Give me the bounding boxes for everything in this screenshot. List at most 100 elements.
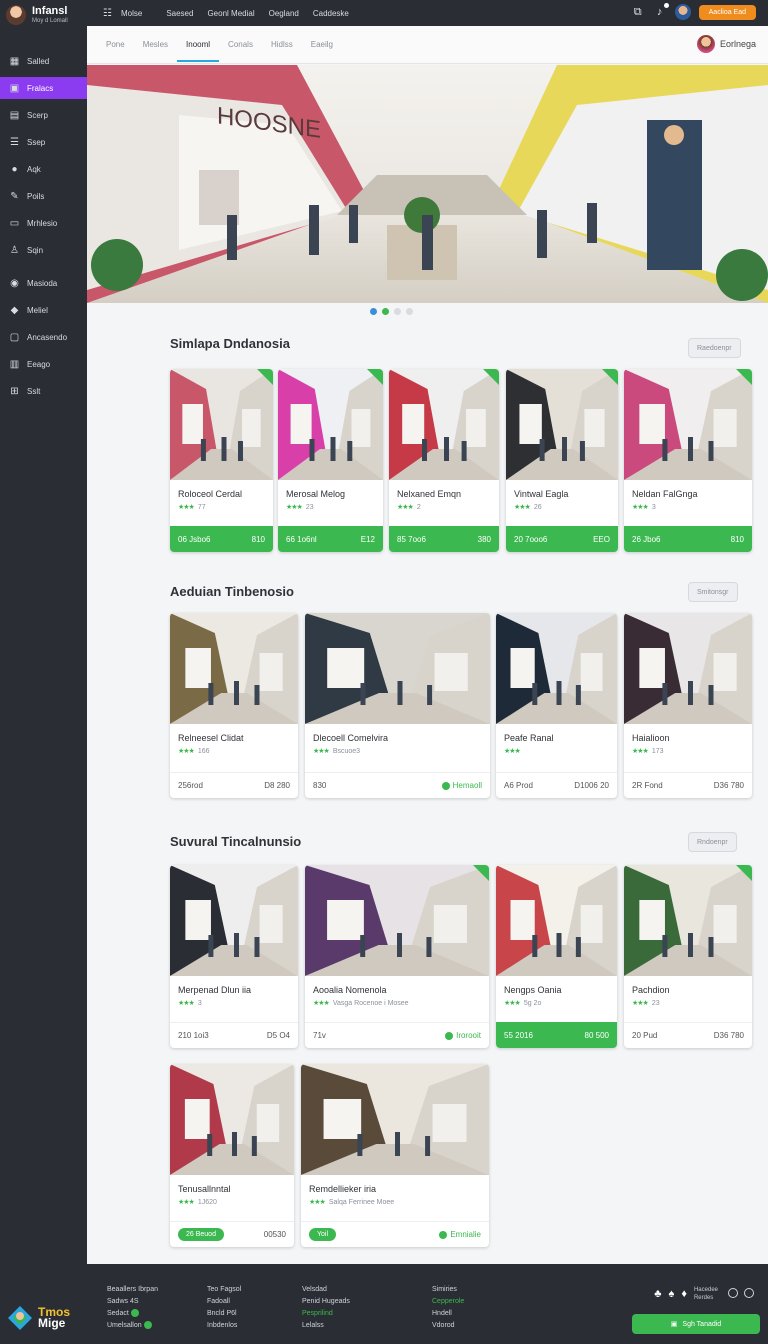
star-rating-icon: ★★★: [632, 748, 649, 755]
product-card[interactable]: Merpenad Dlun iia ★★★ 3 210 1oi3 D5 O4: [170, 865, 298, 1048]
product-card[interactable]: Tenusallnntal ★★★ 1J620 26 Beuod 00530: [170, 1064, 294, 1247]
sidebar-item-fralacs[interactable]: ▣ Fralacs: [0, 77, 87, 99]
sidebar-item-scerp[interactable]: ▤ Scerp: [0, 104, 87, 126]
card-title: Remdellieker iria: [309, 1184, 377, 1194]
sidebar-item-aqk[interactable]: ● Aqk: [0, 158, 87, 180]
user-avatar[interactable]: [674, 4, 691, 20]
card-status[interactable]: Emnialie: [439, 1230, 481, 1239]
sidebar-item-salled[interactable]: ▦ Salled: [0, 50, 87, 72]
brand[interactable]: Infansl Moy d Lomall: [0, 0, 87, 30]
menu-icon[interactable]: ☷: [103, 8, 112, 19]
footer-link[interactable]: Umelsallon: [107, 1320, 158, 1332]
footer-link[interactable]: Sedact: [107, 1308, 158, 1320]
circle-toggle[interactable]: [744, 1288, 754, 1298]
tab-bar: Pone Mesles Inooml Conals Hidlss Eaeilg …: [87, 26, 768, 64]
product-card[interactable]: Dlecoell Comelvira ★★★ Bscuoe3 830 Hemaol…: [305, 613, 490, 798]
star-rating-icon: ★★★: [313, 748, 330, 755]
tab-pone[interactable]: Pone: [97, 26, 134, 64]
topbar-link-3[interactable]: Oegland: [269, 9, 299, 18]
social-icon-2[interactable]: ♠: [669, 1288, 675, 1300]
pen-icon: ✎: [10, 190, 19, 202]
product-card[interactable]: Aooalia Nomenola ★★★ Vasga Rocenoe i Mose…: [305, 865, 489, 1048]
product-card[interactable]: Remdellieker iria ★★★ Salqa Ferrinee Moee…: [301, 1064, 489, 1247]
product-card[interactable]: Haialioon ★★★ 173 2R Fond D36 780: [624, 613, 752, 798]
card-extra: 00530: [263, 1230, 286, 1239]
section-3-filter-button[interactable]: Rndoenpr: [688, 832, 737, 852]
footer-link[interactable]: Hndell: [432, 1308, 464, 1320]
footer-signup-button[interactable]: ▣ Sgh Tanadid: [632, 1314, 760, 1334]
carousel-dot[interactable]: [382, 308, 389, 315]
logo-line2: Mige: [38, 1316, 66, 1330]
product-card[interactable]: Relneesel Clidat ★★★ 166 256rod D8 280: [170, 613, 298, 798]
card-rating: ★★★ Bscuoe3: [313, 748, 361, 755]
card-status[interactable]: Irorooit: [445, 1031, 481, 1040]
topbar-home[interactable]: Molse: [121, 9, 142, 18]
user-icon: ●: [11, 163, 18, 175]
hero-banner[interactable]: HOOSNE INOASOIA: [87, 65, 768, 303]
card-rating: ★★★: [504, 747, 524, 755]
circle-toggle[interactable]: [728, 1288, 738, 1298]
carousel-dot[interactable]: [394, 308, 401, 315]
card-action-button[interactable]: 26 Beuod: [178, 1228, 224, 1241]
cart-icon[interactable]: ⧉: [631, 5, 645, 19]
footer-link[interactable]: Velsdad: [302, 1284, 350, 1296]
footer-link[interactable]: Beaallers Ibrpan: [107, 1284, 158, 1296]
product-card[interactable]: Vintwal Eagla ★★★ 26 20 7ooo6 EEO: [506, 369, 618, 552]
card-price: 85 7oo6: [397, 534, 426, 544]
sidebar-item-meliel[interactable]: ◆ Meliel: [0, 299, 87, 321]
sidebar-item-poils[interactable]: ✎ Poils: [0, 185, 87, 207]
tab-inooml[interactable]: Inooml: [177, 26, 220, 64]
topbar-link-4[interactable]: Caddeske: [313, 9, 349, 18]
card-rating: ★★★ 2: [397, 504, 421, 511]
footer-link[interactable]: Sadws 4S: [107, 1296, 158, 1308]
topbar-link-2[interactable]: Geonl Medial: [207, 9, 254, 18]
sidebar-item-masioda[interactable]: ◉ Masioda: [0, 272, 87, 294]
sidebar-item-mrhlesio[interactable]: ▭ Mrhlesio: [0, 212, 87, 234]
sidebar-item-sqin[interactable]: ♙ Sqin: [0, 239, 87, 261]
footer-link[interactable]: Vdorod: [432, 1320, 464, 1332]
footer-link[interactable]: Teo Fagsol: [207, 1284, 241, 1296]
footer-link[interactable]: Simiries: [432, 1284, 464, 1296]
product-card[interactable]: Peafe Ranal ★★★ A6 Prod D1006 20: [496, 613, 617, 798]
card-action-button[interactable]: Yoil: [309, 1228, 337, 1241]
product-card[interactable]: Pachdion ★★★ 23 20 Pud D36 780: [624, 865, 752, 1048]
footer-link[interactable]: Pesprilind: [302, 1308, 350, 1320]
social-icon-3[interactable]: ♦: [681, 1288, 687, 1300]
product-card[interactable]: Neldan FalGnga ★★★ 3 26 Jbo6 810: [624, 369, 752, 552]
cta-button[interactable]: Aaclioa Ead: [698, 4, 756, 20]
footer-link[interactable]: Inbdenlos: [207, 1320, 241, 1332]
sidebar-item-ancasendo[interactable]: ▢ Ancasendo: [0, 326, 87, 348]
tab-conals[interactable]: Conals: [219, 26, 262, 64]
footer-link[interactable]: Penid Hugeads: [302, 1296, 350, 1308]
notification-icon[interactable]: ♪: [653, 3, 669, 19]
sidebar-item-ssep[interactable]: ☰ Ssep: [0, 131, 87, 153]
footer-link[interactable]: Bncld P6l: [207, 1308, 241, 1320]
sidebar-item-eeago[interactable]: ▥ Eeago: [0, 353, 87, 375]
footer-link[interactable]: Lelalss: [302, 1320, 350, 1332]
tab-eaeilg[interactable]: Eaeilg: [302, 26, 342, 64]
product-card[interactable]: Nengps Oania ★★★ 5g 2o 55 2016 80 500: [496, 865, 617, 1048]
topbar-link-1[interactable]: Saesed: [166, 9, 193, 18]
footer-link[interactable]: Fadoall: [207, 1296, 241, 1308]
section-1-filter-button[interactable]: Raedoenpr: [688, 338, 741, 358]
footer-link[interactable]: Cepperole: [432, 1296, 464, 1308]
card-status[interactable]: Hemaoll: [441, 781, 482, 790]
product-card[interactable]: Nelxaned Emqn ★★★ 2 85 7oo6 380: [389, 369, 499, 552]
check-icon: [445, 1031, 454, 1040]
footer-col-3: Velsdad Penid Hugeads Pesprilind Lelalss: [302, 1284, 350, 1332]
card-footer: 26 Beuod 00530: [170, 1221, 294, 1247]
product-card[interactable]: Merosal Melog ★★★ 23 66 1o6nl E12: [278, 369, 383, 552]
app-logo[interactable]: Tmos Mige: [6, 1304, 70, 1332]
tab-mesles[interactable]: Mesles: [134, 26, 177, 64]
tab-hidlss[interactable]: Hidlss: [262, 26, 302, 64]
pin-icon: ◉: [10, 277, 19, 289]
star-rating-icon: ★★★: [504, 1000, 521, 1007]
tab-user[interactable]: Eorlnega: [696, 35, 756, 53]
section-2-filter-button[interactable]: Smitonsgr: [688, 582, 738, 602]
product-card[interactable]: Roloceol Cerdal ★★★ 77 06 Jsbo6 810: [170, 369, 273, 552]
carousel-dot[interactable]: [406, 308, 413, 315]
footer-col-4: Simiries Cepperole Hndell Vdorod: [432, 1284, 464, 1332]
sidebar-item-sslt[interactable]: ⊞ Sslt: [0, 380, 87, 402]
carousel-dot[interactable]: [370, 308, 377, 315]
social-icon-1[interactable]: ♣: [654, 1288, 661, 1300]
